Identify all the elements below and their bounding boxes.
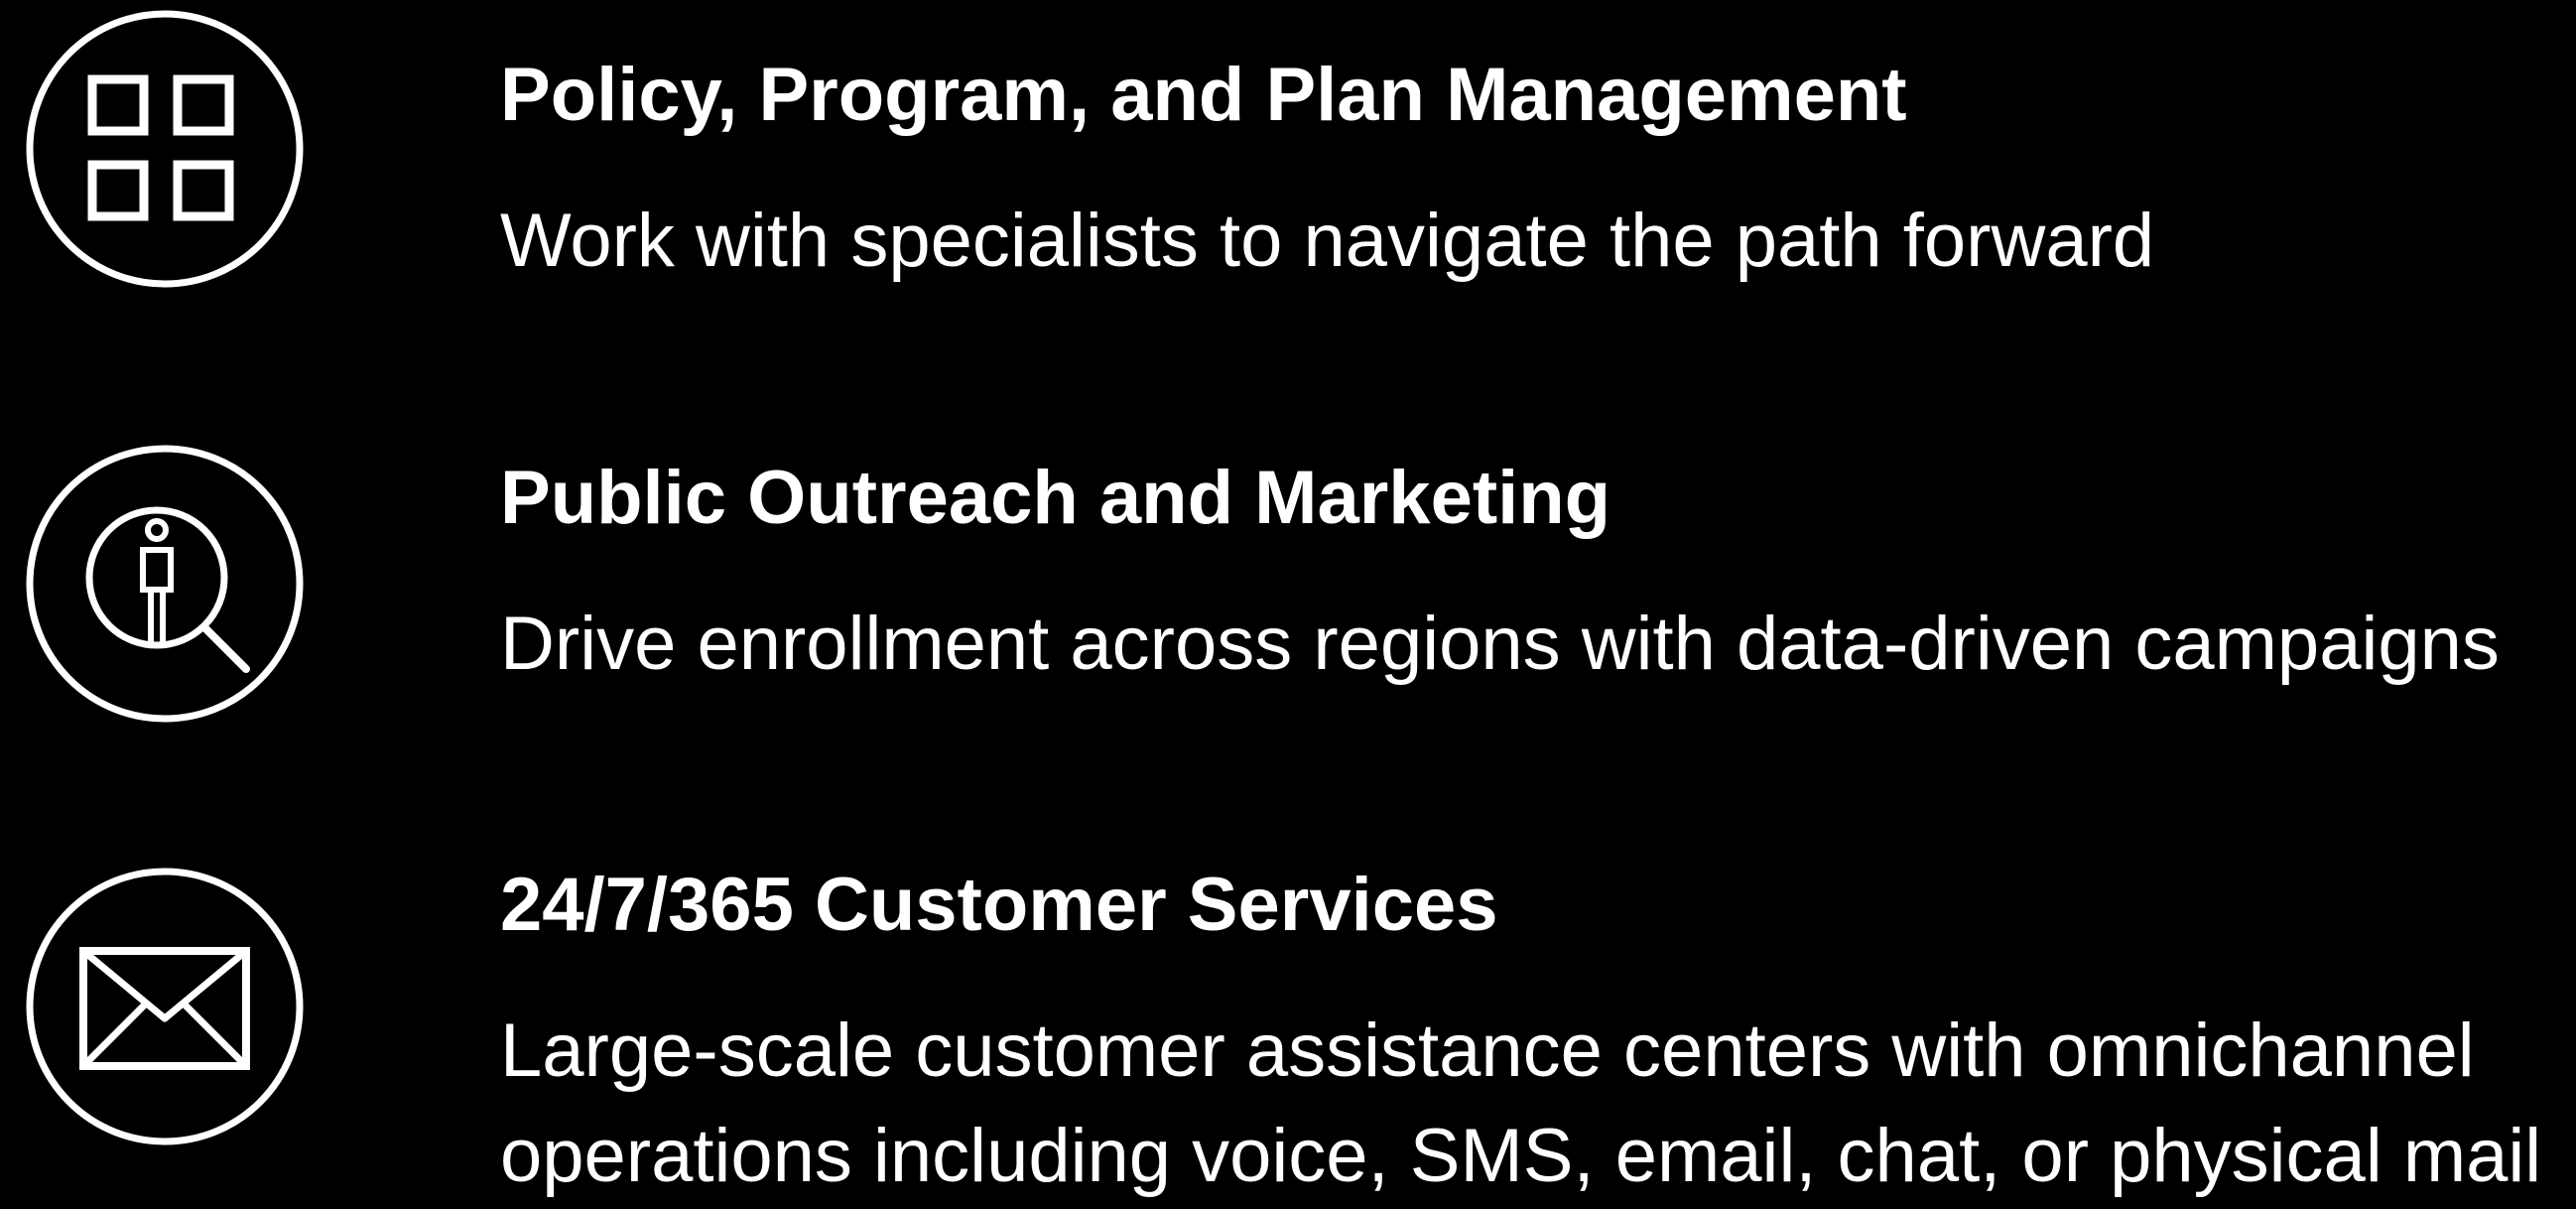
service-title: Public Outreach and Marketing [500,456,1611,540]
service-title: 24/7/365 Customer Services [500,863,1498,947]
service-description: Large-scale customer assistance centers … [500,999,2541,1209]
service-description: Work with specialists to navigate the pa… [500,199,2155,283]
person-magnifier-icon [20,439,310,729]
envelope-icon [20,862,310,1151]
grid-icon [20,4,310,294]
service-title: Policy, Program, and Plan Management [500,53,1907,137]
service-description: Drive enrollment across regions with dat… [500,602,2500,686]
service-description-line: Large-scale customer assistance centers … [500,1008,2475,1093]
service-description-line: operations including voice, SMS, email, … [500,1114,2542,1198]
